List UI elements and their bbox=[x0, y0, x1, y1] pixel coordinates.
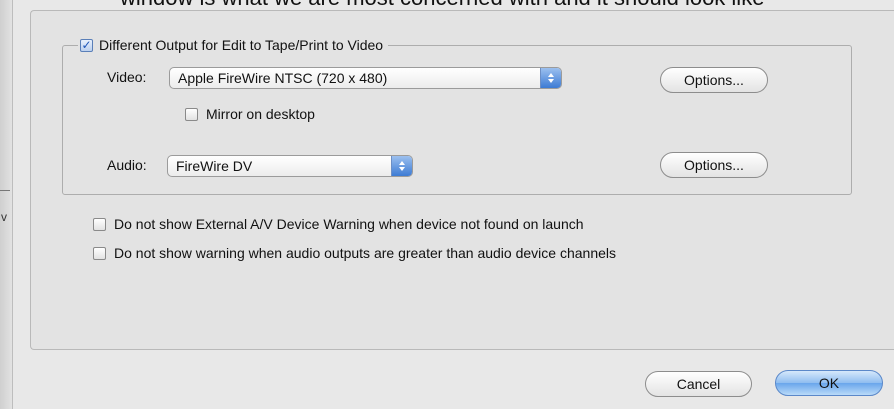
up-down-arrows-icon bbox=[540, 68, 561, 88]
left-window-edge: v bbox=[0, 0, 13, 409]
checkbox-unchecked[interactable] bbox=[93, 217, 106, 231]
background-caption-text: window is what we are most concerned wit… bbox=[120, 0, 894, 9]
audio-channels-warning-label: Do not show warning when audio outputs a… bbox=[114, 245, 616, 261]
audio-label: Audio: bbox=[107, 157, 147, 173]
external-av-warning-label: Do not show External A/V Device Warning … bbox=[114, 216, 584, 232]
left-edge-glyph: v bbox=[1, 210, 7, 224]
checkbox-unchecked[interactable] bbox=[93, 246, 106, 260]
audio-output-selected: FireWire DV bbox=[176, 158, 253, 174]
audio-output-popup[interactable]: FireWire DV bbox=[167, 155, 413, 177]
different-output-label: Different Output for Edit to Tape/Print … bbox=[99, 37, 384, 53]
video-label: Video: bbox=[107, 69, 147, 85]
video-options-button[interactable]: Options... bbox=[660, 67, 768, 93]
checkbox-checked[interactable]: ✓ bbox=[80, 38, 93, 52]
external-av-warning-checkbox[interactable]: Do not show External A/V Device Warning … bbox=[93, 216, 584, 232]
cancel-button[interactable]: Cancel bbox=[645, 371, 752, 397]
checkbox-unchecked[interactable] bbox=[185, 107, 198, 121]
up-down-arrows-icon bbox=[391, 156, 412, 176]
video-output-selected: Apple FireWire NTSC (720 x 480) bbox=[178, 70, 388, 86]
mirror-on-desktop-checkbox[interactable]: Mirror on desktop bbox=[185, 106, 315, 122]
audio-options-button[interactable]: Options... bbox=[660, 152, 768, 178]
left-edge-divider bbox=[0, 190, 10, 191]
audio-channels-warning-checkbox[interactable]: Do not show warning when audio outputs a… bbox=[93, 245, 616, 261]
different-output-checkbox[interactable]: ✓ Different Output for Edit to Tape/Prin… bbox=[78, 35, 389, 55]
ok-button[interactable]: OK bbox=[775, 370, 883, 396]
video-output-popup[interactable]: Apple FireWire NTSC (720 x 480) bbox=[169, 67, 562, 89]
checkmark-icon: ✓ bbox=[81, 38, 92, 52]
mirror-on-desktop-label: Mirror on desktop bbox=[206, 106, 315, 122]
